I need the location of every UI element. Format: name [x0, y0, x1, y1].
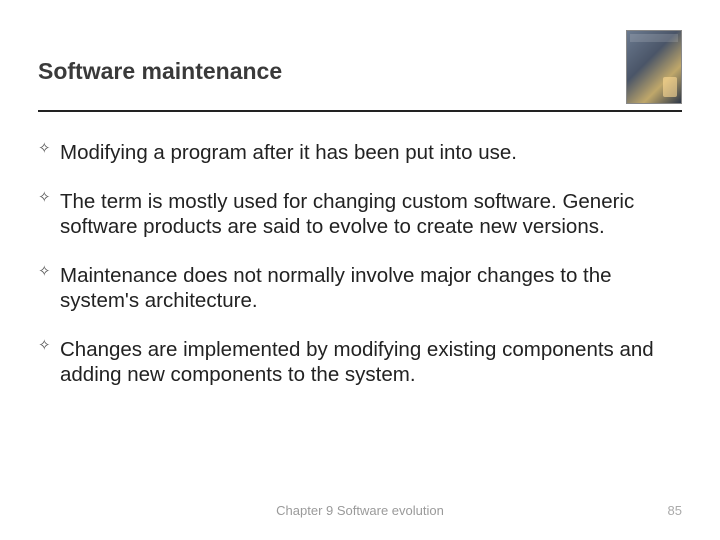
- bullet-item: The term is mostly used for changing cus…: [38, 189, 678, 239]
- page-number: 85: [668, 503, 682, 518]
- slide: Software maintenance Modifying a program…: [0, 0, 720, 540]
- slide-header: Software maintenance: [38, 30, 682, 104]
- bullet-item: Maintenance does not normally involve ma…: [38, 263, 678, 313]
- header-divider: [38, 110, 682, 112]
- footer-chapter-label: Chapter 9 Software evolution: [0, 503, 720, 518]
- bullet-item: Modifying a program after it has been pu…: [38, 140, 678, 165]
- bullet-list: Modifying a program after it has been pu…: [38, 140, 682, 387]
- slide-title: Software maintenance: [38, 30, 282, 85]
- bullet-item: Changes are implemented by modifying exi…: [38, 337, 678, 387]
- book-cover-image: [626, 30, 682, 104]
